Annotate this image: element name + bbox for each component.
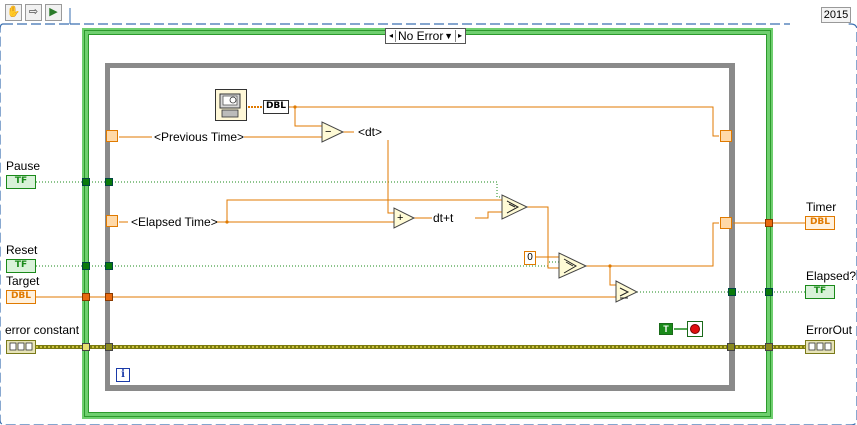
loop-tunnel-target [105, 293, 113, 301]
shift-register-left-elapsed[interactable] [106, 215, 118, 227]
elapsed-label: Elapsed? [806, 269, 857, 283]
loop-tunnel-error [105, 343, 113, 351]
stop-icon [690, 324, 700, 334]
target-label: Target [6, 274, 40, 288]
dt-plus-t-label: dt+t [433, 211, 454, 225]
error-constant-label: error constant [5, 323, 80, 337]
pause-control-terminal[interactable]: TF [6, 175, 36, 189]
loop-tunnel-reset [105, 262, 113, 270]
true-constant[interactable]: T [659, 323, 673, 335]
case-tunnel-timer [765, 219, 773, 227]
iteration-terminal: i [116, 368, 130, 382]
case-tunnel-elapsed [765, 288, 773, 296]
timer-indicator-terminal[interactable]: DBL [805, 216, 835, 230]
to-double-conversion[interactable]: DBL [263, 100, 289, 114]
shift-register-right-previous[interactable] [720, 130, 732, 142]
add-node[interactable]: + [397, 211, 403, 225]
case-tunnel-pause [82, 178, 90, 186]
timer-function-icon[interactable] [215, 89, 247, 121]
loop-tunnel-error-out [727, 343, 735, 351]
case-tunnel-error-out [765, 343, 773, 351]
wire-layer [36, 105, 805, 349]
error-out-indicator-terminal[interactable] [805, 340, 835, 354]
previous-time-label: <Previous Time> [154, 130, 245, 144]
elapsed-time-label: <Elapsed Time> [131, 215, 218, 229]
error-cluster-constant[interactable] [6, 340, 36, 354]
pause-label: Pause [6, 159, 41, 173]
shift-register-right-elapsed[interactable] [720, 217, 732, 229]
dt-label: <dt> [358, 125, 383, 139]
loop-tunnel-pause [105, 178, 113, 186]
loop-tunnel-elapsed [728, 288, 736, 296]
reset-control-terminal[interactable]: TF [6, 259, 36, 273]
timer-label: Timer [806, 200, 837, 214]
case-tunnel-error [82, 343, 90, 351]
subtract-node[interactable]: − [325, 125, 331, 139]
error-out-label: ErrorOut [806, 323, 853, 337]
stop-condition-terminal[interactable] [687, 321, 703, 337]
shift-register-left-previous[interactable] [106, 130, 118, 142]
elapsed-indicator-terminal[interactable]: TF [805, 285, 835, 299]
zero-constant[interactable]: 0 [524, 251, 536, 265]
case-tunnel-target [82, 293, 90, 301]
reset-label: Reset [6, 243, 38, 257]
case-tunnel-reset [82, 262, 90, 270]
target-control-terminal[interactable]: DBL [6, 290, 36, 304]
